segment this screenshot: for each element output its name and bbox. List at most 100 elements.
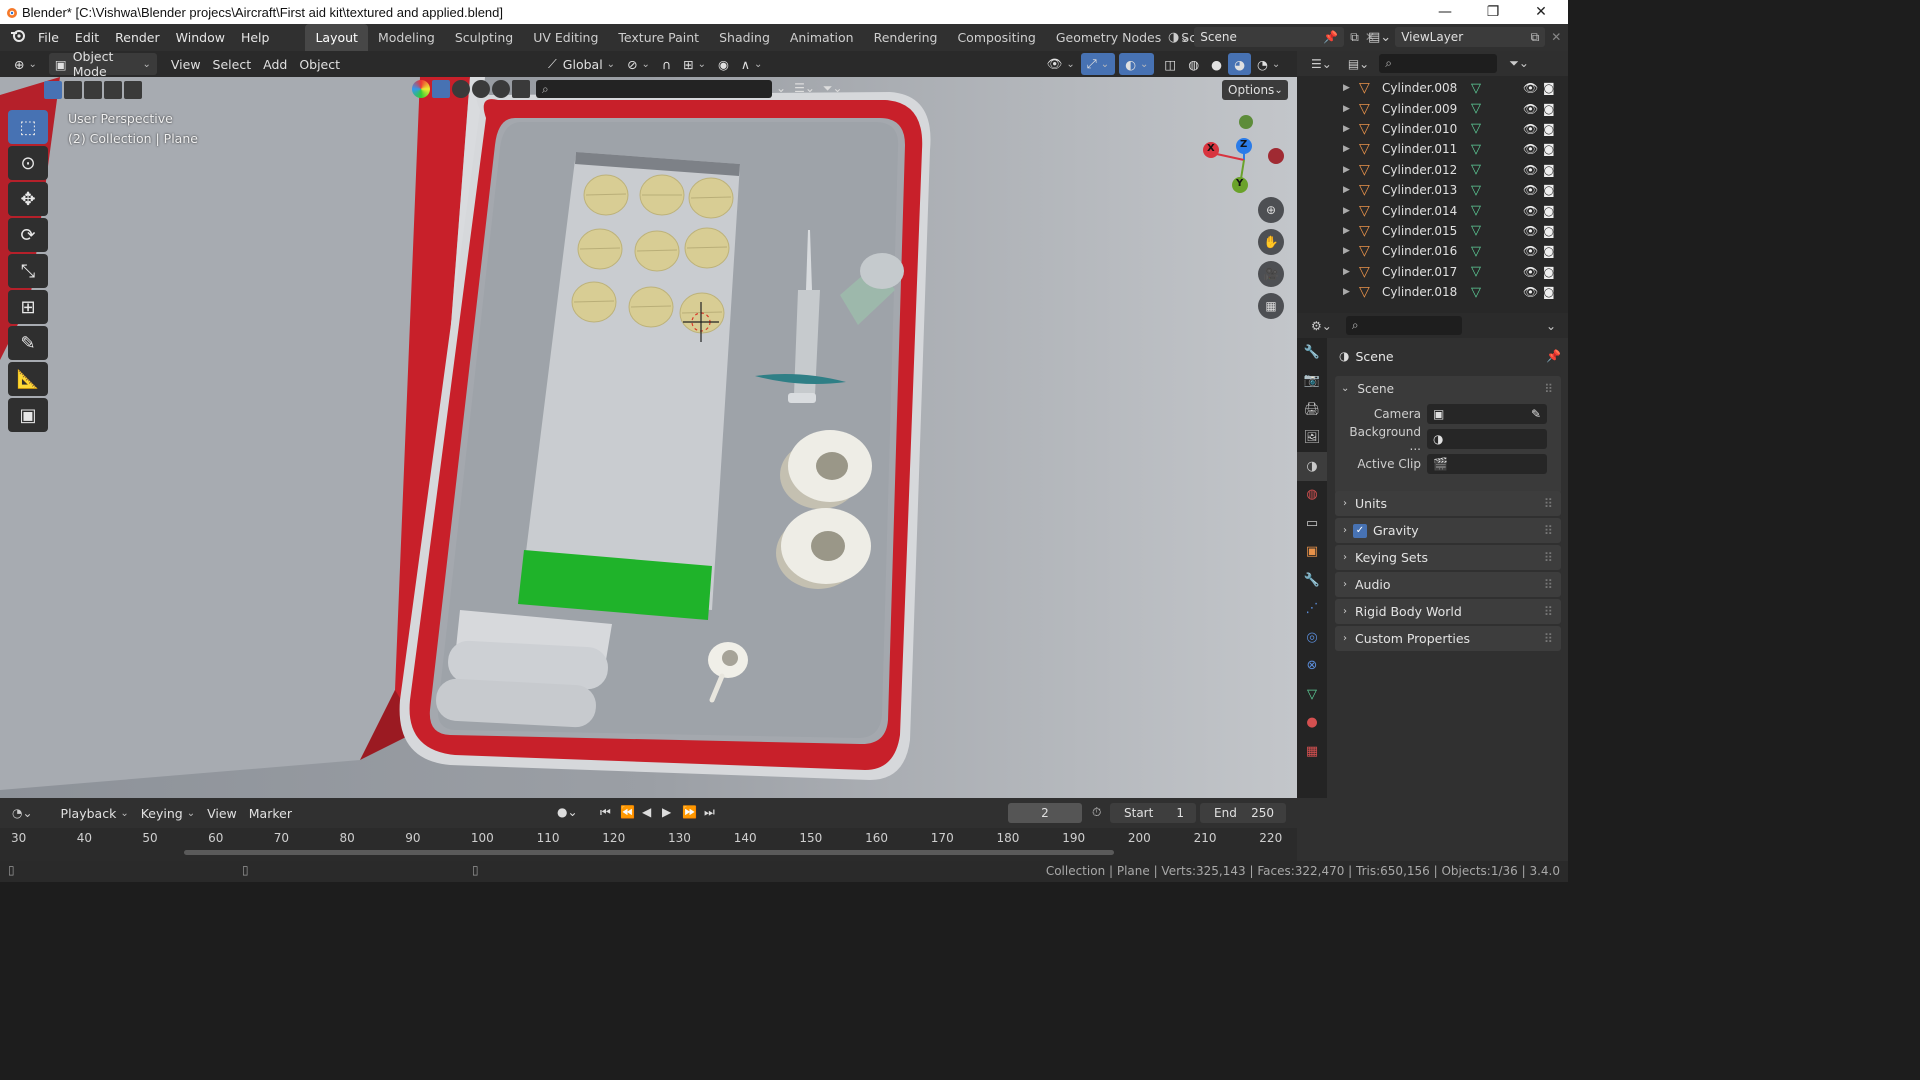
menu-object[interactable]: Object <box>293 53 346 75</box>
render-camera-icon[interactable]: ◙ <box>1543 122 1555 136</box>
rigid-body-world-panel[interactable]: › Rigid Body World ⠿ <box>1335 599 1561 624</box>
filter-icon[interactable]: ⏷⌄ <box>823 81 843 96</box>
menu-add[interactable]: Add <box>257 53 293 75</box>
render-camera-icon[interactable]: ◙ <box>1543 163 1555 177</box>
ortho-grid-icon[interactable]: ▦ <box>1258 293 1284 319</box>
shading-rendered-icon[interactable]: ◔ <box>1251 53 1286 75</box>
expand-arrow-icon[interactable]: ▶ <box>1343 226 1350 236</box>
list-item[interactable]: ▶ ▽ Cylinder.017 ▽ 👁 ◙ <box>1297 262 1568 282</box>
measure-icon[interactable]: 📐 <box>8 362 48 396</box>
curve-icon[interactable]: ⌄ <box>776 81 786 96</box>
chevron-down-icon[interactable]: ⌄ <box>1546 319 1556 333</box>
expand-arrow-icon[interactable]: ▶ <box>1343 104 1350 114</box>
render-camera-icon[interactable]: ◙ <box>1543 183 1555 197</box>
list-item[interactable]: ▶ ▽ Cylinder.016 ▽ 👁 ◙ <box>1297 241 1568 261</box>
list-item[interactable]: ▶ ▽ Cylinder.014 ▽ 👁 ◙ <box>1297 200 1568 220</box>
select-extend-icon[interactable] <box>64 81 82 99</box>
paint-mode-3-icon[interactable] <box>472 80 490 98</box>
color-attribute-icon[interactable] <box>412 80 430 98</box>
transform-icon[interactable]: ⊞ <box>8 290 48 324</box>
render-camera-icon[interactable]: ◙ <box>1543 224 1555 238</box>
annotate-icon[interactable]: ✎ <box>8 326 48 360</box>
options-button[interactable]: Options ⌄ <box>1222 80 1288 100</box>
menu-marker[interactable]: Marker <box>243 802 298 824</box>
menu-render[interactable]: Render <box>107 24 168 51</box>
scene-tab-icon[interactable]: ◑ <box>1297 452 1327 481</box>
menu-edit[interactable]: Edit <box>67 24 107 51</box>
expand-arrow-icon[interactable]: ▶ <box>1343 124 1350 134</box>
tab-texture-paint[interactable]: Texture Paint <box>608 24 709 51</box>
eye-icon[interactable]: 👁 <box>1523 224 1538 238</box>
select-box-icon[interactable]: ⬚ <box>8 110 48 144</box>
object-tab-icon[interactable]: ▣ <box>1297 538 1327 567</box>
visibility-icon[interactable]: 👁 <box>1040 53 1080 75</box>
menu-window[interactable]: Window <box>168 24 233 51</box>
drag-handle-icon[interactable]: ⠿ <box>1544 496 1553 511</box>
eye-icon[interactable]: 👁 <box>1523 285 1538 299</box>
eye-icon[interactable]: 👁 <box>1523 265 1538 279</box>
move-icon[interactable]: ✥ <box>8 182 48 216</box>
tab-uv-editing[interactable]: UV Editing <box>523 24 608 51</box>
render-camera-icon[interactable]: ◙ <box>1543 244 1555 258</box>
drag-handle-icon[interactable]: ⠿ <box>1544 631 1553 646</box>
timeline-editor-icon[interactable]: ◔⌄ <box>12 806 33 820</box>
eye-icon[interactable]: 👁 <box>1523 204 1538 218</box>
drag-handle-icon[interactable]: ⠿ <box>1544 604 1553 619</box>
stopwatch-icon[interactable]: ⏱ <box>1092 805 1101 820</box>
list-item[interactable]: ▶ ▽ Cylinder.008 ▽ 👁 ◙ <box>1297 78 1568 98</box>
list-item[interactable]: ▶ ▽ Cylinder.009 ▽ 👁 ◙ <box>1297 98 1568 118</box>
drag-handle-icon[interactable]: ⠿ <box>1544 577 1553 592</box>
expand-arrow-icon[interactable]: ▶ <box>1343 185 1350 195</box>
new-viewlayer-icon[interactable]: ⧉ <box>1531 30 1540 45</box>
start-frame-field[interactable]: Start 1 <box>1110 803 1196 823</box>
minimize-button[interactable]: — <box>1422 0 1468 24</box>
outliner-filter-icon[interactable]: ⏷⌄ <box>1509 56 1529 71</box>
expand-arrow-icon[interactable]: ▶ <box>1343 83 1350 93</box>
paint-mode-4-icon[interactable] <box>492 80 510 98</box>
menu-help[interactable]: Help <box>233 24 278 51</box>
editor-type-icon[interactable]: ⊕ <box>8 53 43 75</box>
world-tab-icon[interactable]: ◍ <box>1297 481 1327 510</box>
render-camera-icon[interactable]: ◙ <box>1543 102 1555 116</box>
expand-arrow-icon[interactable]: ▶ <box>1343 246 1350 256</box>
list-item[interactable]: ▶ ▽ Cylinder.011 ▽ 👁 ◙ <box>1297 139 1568 159</box>
new-scene-icon[interactable]: ⧉ <box>1350 30 1359 45</box>
overlay-toggle-icon[interactable]: ◐ <box>1119 53 1155 75</box>
eye-icon[interactable]: 👁 <box>1523 163 1538 177</box>
physics-tab-icon[interactable]: ◎ <box>1297 623 1327 652</box>
material-tab-icon[interactable]: ● <box>1297 709 1327 738</box>
list-item[interactable]: ▶ ▽ Cylinder.012 ▽ 👁 ◙ <box>1297 160 1568 180</box>
constraints-tab-icon[interactable]: ⊗ <box>1297 652 1327 681</box>
data-tab-icon[interactable]: ▽ <box>1297 680 1327 709</box>
texture-tab-icon[interactable]: ▦ <box>1297 737 1327 766</box>
custom-properties-panel[interactable]: › Custom Properties ⠿ <box>1335 626 1561 651</box>
display-mode-icon[interactable]: ▤⌄ <box>1348 57 1369 71</box>
audio-panel[interactable]: › Audio ⠿ <box>1335 572 1561 597</box>
prev-keyframe-icon[interactable]: ⏪ <box>620 805 635 819</box>
play-icon[interactable]: ▶ <box>662 805 671 819</box>
proportional-edit-icon[interactable]: ◉ <box>712 53 735 75</box>
modifier-tab-icon[interactable]: 🔧 <box>1297 566 1327 595</box>
select-invert-icon[interactable] <box>104 81 122 99</box>
current-frame-field[interactable]: 2 <box>1008 803 1082 823</box>
pin-icon[interactable]: 📌 <box>1546 349 1561 363</box>
select-new-icon[interactable] <box>44 81 62 99</box>
expand-arrow-icon[interactable]: ▶ <box>1343 144 1350 154</box>
cursor-icon[interactable]: ⊙ <box>8 146 48 180</box>
paint-mode-2-icon[interactable] <box>452 80 470 98</box>
gravity-checkbox[interactable]: ✓ <box>1353 523 1367 538</box>
pin-icon[interactable]: 📌 <box>1323 30 1338 44</box>
paint-mode-5-icon[interactable] <box>512 80 530 98</box>
record-icon[interactable]: ●⌄ <box>557 805 578 819</box>
3d-viewport[interactable]: ⌕ ⌄ ☰⌄ ⏷⌄ Options ⌄ User Perspective (2)… <box>0 77 1297 798</box>
drag-handle-icon[interactable]: ⠿ <box>1544 523 1553 538</box>
tab-rendering[interactable]: Rendering <box>864 24 948 51</box>
scene-section-header[interactable]: ⌄ Scene ⠿ <box>1335 376 1561 401</box>
viewport-search-input[interactable]: ⌕ <box>536 80 772 98</box>
menu-keying[interactable]: Keying <box>135 802 201 824</box>
collection-tab-icon[interactable]: ▭ <box>1297 509 1327 538</box>
jump-end-icon[interactable]: ⏭ <box>704 805 715 820</box>
expand-arrow-icon[interactable]: ▶ <box>1343 206 1350 216</box>
expand-arrow-icon[interactable]: ▶ <box>1343 287 1350 297</box>
menu-file[interactable]: File <box>30 24 67 51</box>
